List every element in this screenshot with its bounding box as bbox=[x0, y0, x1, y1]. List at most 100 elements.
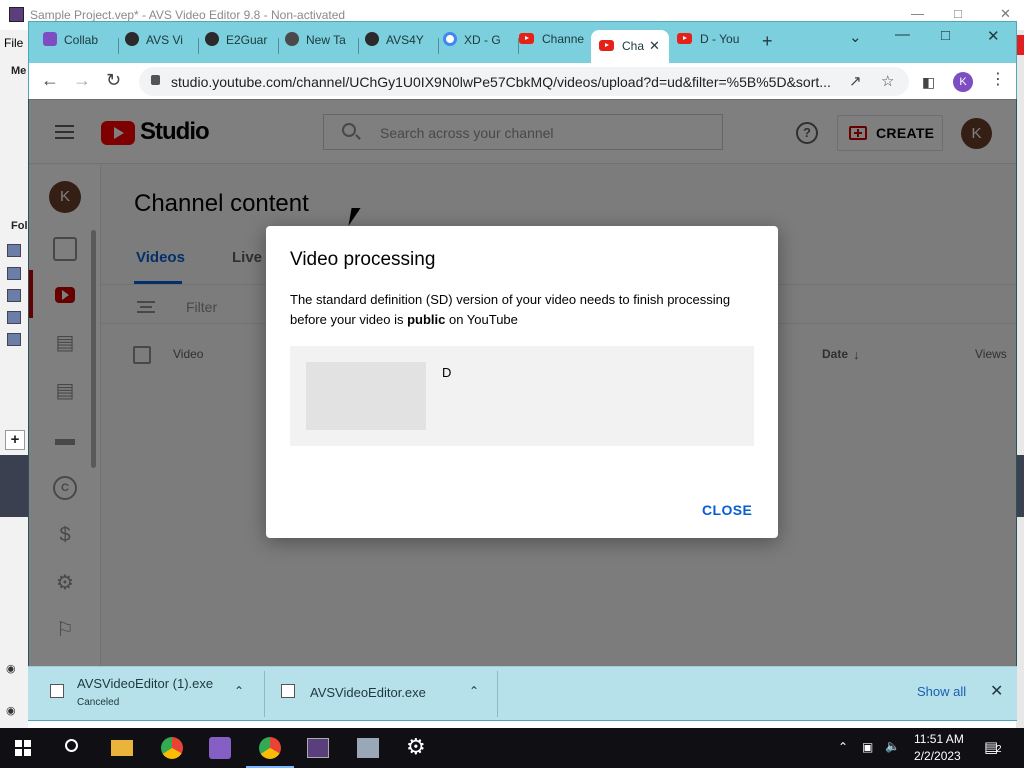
notification-count: 2 bbox=[996, 744, 1002, 755]
globe-icon bbox=[125, 32, 139, 46]
avs-list-item-icon[interactable] bbox=[7, 333, 21, 346]
profile-avatar[interactable]: K bbox=[953, 72, 973, 92]
avs-timeline-strip bbox=[1016, 455, 1024, 517]
taskbar-app[interactable] bbox=[344, 728, 392, 768]
video-card: D bbox=[290, 346, 754, 446]
dialog-message: The standard definition (SD) version of … bbox=[290, 290, 750, 330]
url-text[interactable]: studio.youtube.com/channel/UChGy1U0IX9N0… bbox=[171, 74, 831, 90]
google-icon bbox=[443, 32, 457, 46]
volume-icon[interactable]: 🔈 bbox=[885, 739, 900, 753]
avs-red-marker bbox=[1016, 35, 1024, 55]
chevron-up-icon[interactable]: ⌃ bbox=[469, 684, 479, 698]
tab-favicon-icon bbox=[43, 32, 57, 46]
start-button[interactable] bbox=[0, 728, 48, 768]
taskbar-visual-studio[interactable] bbox=[196, 728, 244, 768]
browser-toolbar: ← → ↻ studio.youtube.com/channel/UChGy1U… bbox=[29, 63, 1016, 100]
browser-tab[interactable]: Collab bbox=[41, 32, 119, 60]
avs-list-item-icon[interactable] bbox=[7, 244, 21, 257]
taskbar-chrome-profile[interactable] bbox=[246, 728, 294, 768]
tab-close-icon[interactable]: ✕ bbox=[649, 38, 660, 54]
bookmark-star-icon[interactable]: ☆ bbox=[881, 72, 894, 90]
download-filename: AVSVideoEditor (1).exe bbox=[77, 676, 214, 691]
tab-label: XD - G bbox=[464, 33, 501, 47]
eye-icon[interactable]: ◉ bbox=[6, 662, 16, 675]
browser-tab[interactable]: D - You bbox=[677, 32, 755, 60]
minimize-icon[interactable]: — bbox=[911, 6, 924, 21]
download-item[interactable]: AVSVideoEditor (1).exe Canceled ⌃ bbox=[28, 667, 264, 721]
youtube-icon bbox=[519, 33, 534, 44]
globe-icon bbox=[205, 32, 219, 46]
avs-menu-file[interactable]: File bbox=[4, 36, 23, 50]
browser-tab[interactable]: AVS4Y bbox=[361, 32, 439, 60]
chrome-icon bbox=[285, 32, 299, 46]
avs-list-item-icon[interactable] bbox=[7, 267, 21, 280]
close-window-icon[interactable]: ✕ bbox=[987, 27, 1000, 45]
avs-video-editor-icon bbox=[307, 738, 329, 758]
taskbar-file-explorer[interactable] bbox=[98, 728, 146, 768]
tab-label: AVS Vi bbox=[146, 33, 183, 47]
taskbar-chrome[interactable] bbox=[148, 728, 196, 768]
avs-add-icon[interactable]: + bbox=[5, 430, 25, 450]
taskbar-search[interactable] bbox=[48, 728, 96, 768]
minimize-icon[interactable]: — bbox=[895, 26, 910, 43]
close-icon[interactable]: ✕ bbox=[1000, 6, 1011, 22]
kebab-menu-icon[interactable]: ⋮ bbox=[990, 70, 1006, 90]
side-panel-icon[interactable]: ◧ bbox=[922, 72, 935, 92]
tab-label: New Ta bbox=[306, 33, 346, 47]
avs-left-panel: File Me Fol + ◉ ◉ bbox=[0, 30, 28, 730]
avs-menu-partial: Me bbox=[11, 65, 27, 77]
avs-window-title: Sample Project.vep* - AVS Video Editor 9… bbox=[30, 8, 346, 22]
chevron-up-icon[interactable]: ⌃ bbox=[838, 740, 848, 754]
download-item[interactable]: AVSVideoEditor.exe ⌃ bbox=[265, 667, 497, 721]
eye-icon[interactable]: ◉ bbox=[6, 704, 16, 717]
back-icon[interactable]: ← bbox=[41, 70, 59, 90]
tab-label: Cha bbox=[622, 39, 645, 53]
lock-icon bbox=[151, 75, 160, 85]
tab-label: D - You bbox=[700, 32, 740, 46]
youtube-icon bbox=[677, 33, 692, 44]
tab-search-chevron-icon[interactable]: ⌄ bbox=[849, 28, 862, 46]
close-download-bar-icon[interactable]: ✕ bbox=[990, 681, 1003, 701]
share-icon[interactable]: ↗ bbox=[849, 72, 862, 90]
address-bar[interactable]: studio.youtube.com/channel/UChGy1U0IX9N0… bbox=[139, 67, 909, 96]
forward-icon[interactable]: → bbox=[73, 70, 91, 90]
browser-tab-active[interactable]: Cha ✕ bbox=[591, 30, 669, 63]
browser-tab[interactable]: AVS Vi bbox=[121, 32, 199, 60]
reload-icon[interactable]: ↻ bbox=[106, 70, 121, 90]
divider bbox=[497, 671, 498, 717]
exe-file-icon bbox=[50, 684, 64, 698]
close-button[interactable]: CLOSE bbox=[702, 502, 752, 518]
browser-tab[interactable]: Channe bbox=[519, 32, 595, 60]
download-status: Canceled bbox=[77, 697, 120, 708]
network-icon[interactable]: ▣ bbox=[862, 740, 873, 754]
clock-date[interactable]: 2/2/2023 bbox=[914, 749, 961, 763]
avs4you-icon bbox=[365, 32, 379, 46]
download-bar: AVSVideoEditor (1).exe Canceled ⌃ AVSVid… bbox=[28, 666, 1017, 720]
video-processing-dialog: Video processing The standard definition… bbox=[266, 226, 778, 538]
windows-taskbar: ⚙ ⌃ ▣ 🔈 11:51 AM 2/2/2023 ▤ 2 bbox=[0, 728, 1024, 768]
avs-right-edge bbox=[1016, 30, 1024, 730]
browser-tab[interactable]: E2Guar bbox=[201, 32, 279, 60]
chrome-profile-icon bbox=[259, 737, 281, 759]
chevron-up-icon[interactable]: ⌃ bbox=[234, 684, 244, 698]
tab-label: Channe bbox=[542, 32, 585, 46]
video-title: D bbox=[442, 365, 452, 380]
maximize-icon[interactable]: □ bbox=[941, 27, 950, 44]
avs-app-icon bbox=[9, 7, 24, 22]
show-all-link[interactable]: Show all bbox=[917, 684, 966, 699]
clock-time[interactable]: 11:51 AM bbox=[914, 732, 964, 746]
windows-logo-icon bbox=[15, 740, 31, 756]
settings-gear-icon: ⚙ bbox=[406, 734, 426, 759]
tab-label: AVS4Y bbox=[386, 33, 424, 47]
new-tab-icon[interactable]: + bbox=[762, 31, 773, 52]
taskbar-settings[interactable]: ⚙ bbox=[392, 728, 440, 768]
browser-tab[interactable]: XD - G bbox=[441, 32, 519, 60]
video-thumbnail bbox=[306, 362, 426, 430]
dialog-title: Video processing bbox=[290, 249, 436, 270]
avs-list-item-icon[interactable] bbox=[7, 311, 21, 324]
maximize-icon[interactable]: □ bbox=[954, 6, 962, 21]
search-icon bbox=[65, 739, 78, 752]
taskbar-avs-editor[interactable] bbox=[294, 728, 342, 768]
browser-tab[interactable]: New Ta bbox=[281, 32, 359, 60]
avs-list-item-icon[interactable] bbox=[7, 289, 21, 302]
